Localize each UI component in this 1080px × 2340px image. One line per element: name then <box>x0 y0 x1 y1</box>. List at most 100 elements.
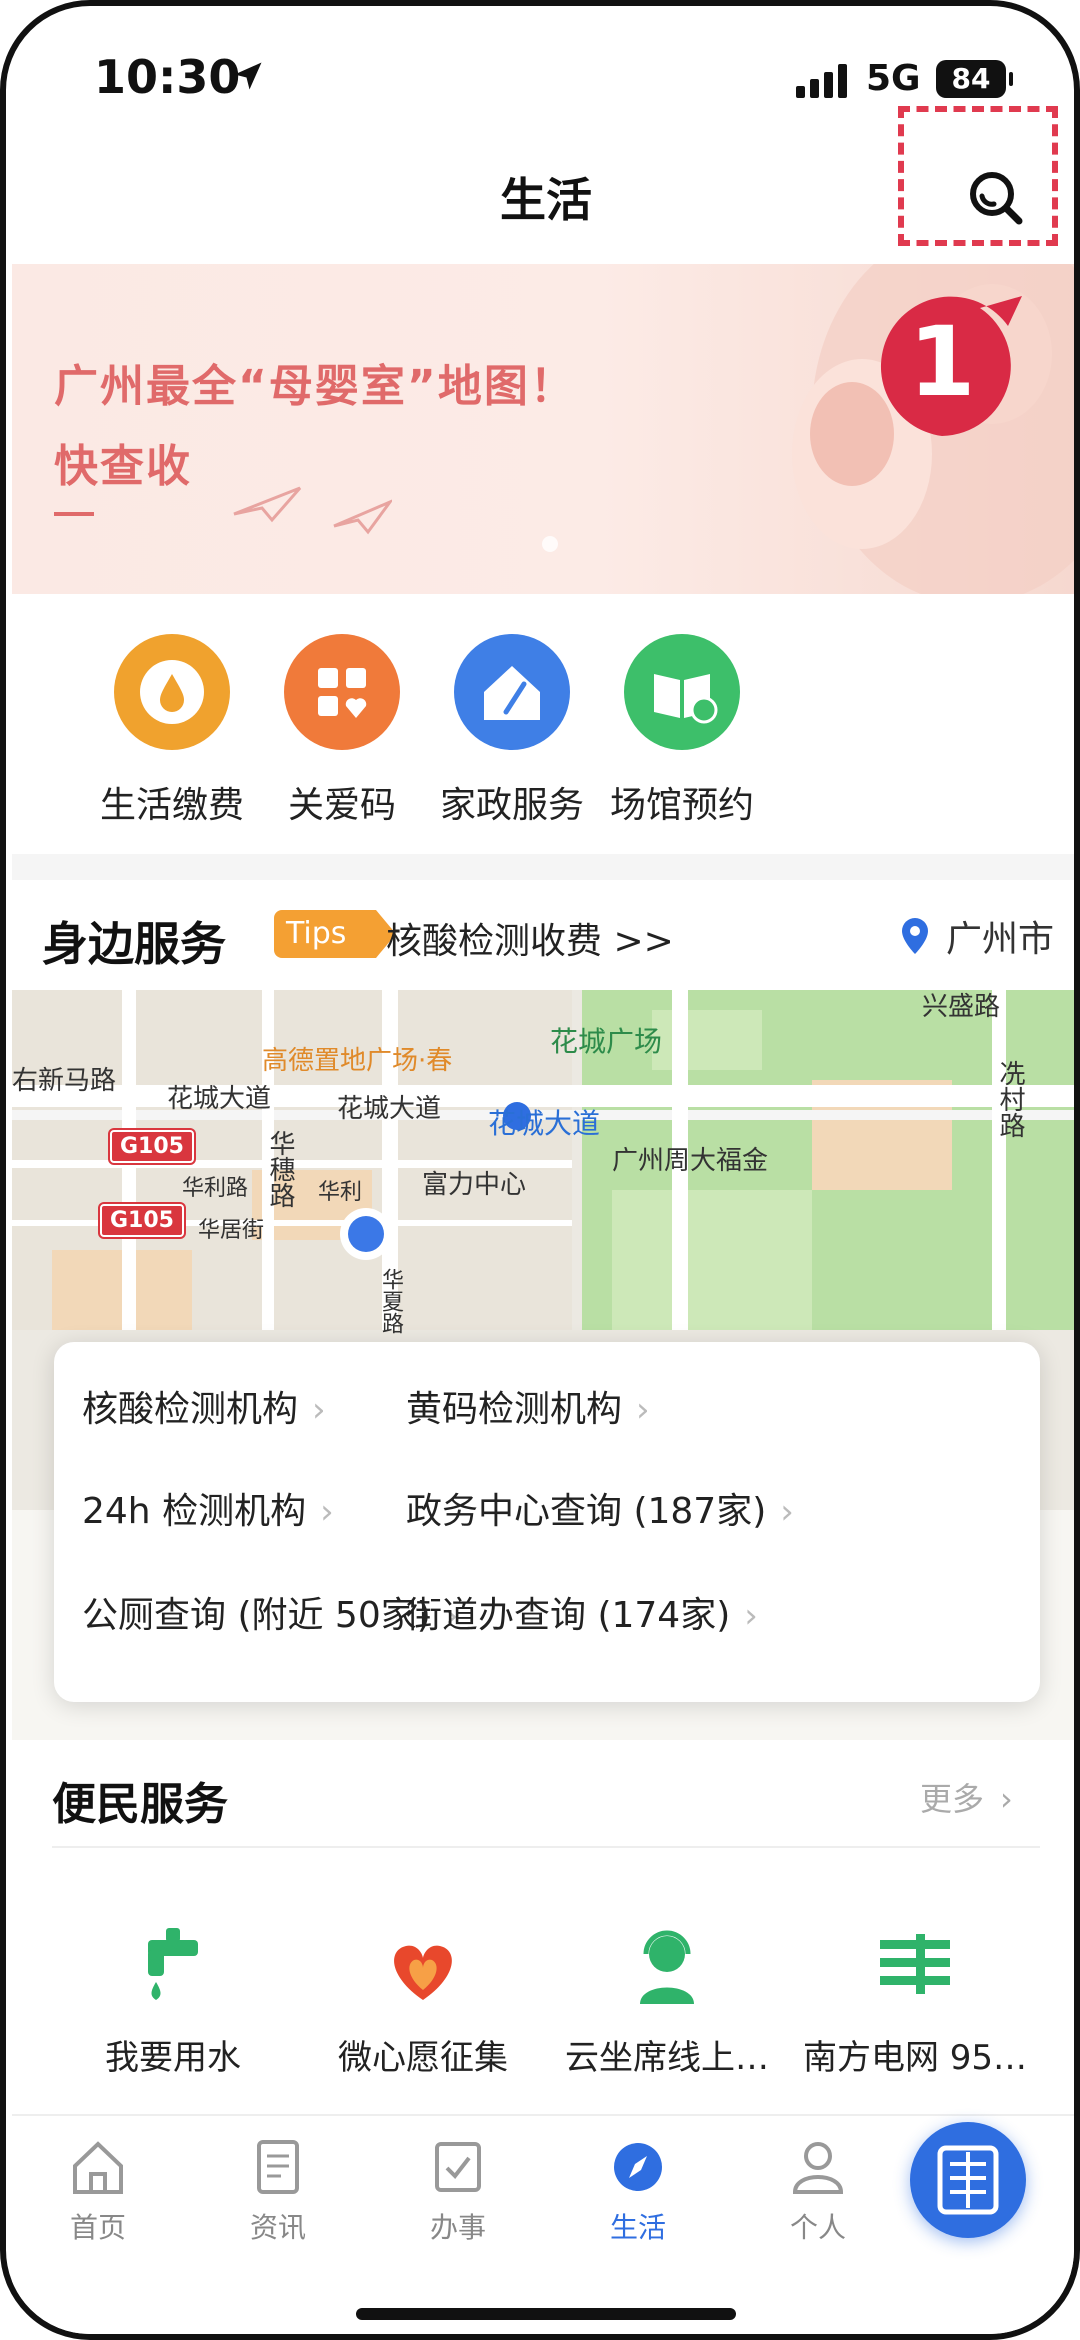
map-road-label: 华夏路 <box>378 1268 403 1334</box>
carousel-indicator[interactable] <box>542 536 558 552</box>
search-icon[interactable] <box>964 166 1026 228</box>
service-link-label: 街道办查询 (174家) <box>406 1595 731 1636</box>
tips-badge: Tips <box>274 910 376 958</box>
tab-label: 首页 <box>69 2211 126 2244</box>
conv-item-label: 微心愿征集 <box>338 2038 508 2078</box>
conv-item-label: 我要用水 <box>105 2038 241 2078</box>
chevron-right-icon: › <box>780 1492 794 1532</box>
nearby-service-card: 核酸检测机构 › 黄码检测机构 › 24h 检测机构 › 政务中心查询 (187家) ›… <box>54 1342 1040 1702</box>
section-gap <box>12 854 1074 880</box>
quick-item-label: 场馆预约 <box>609 785 754 826</box>
tab-tasks[interactable]: 办事 <box>398 2132 518 2246</box>
sui-assistant-button[interactable] <box>910 2122 1026 2238</box>
quick-item-venue-booking[interactable]: 场馆预约 <box>582 634 782 828</box>
tab-life[interactable]: 生活 <box>578 2132 698 2246</box>
tab-label: 生活 <box>609 2211 666 2244</box>
map-road-label: 花城大道 <box>337 1094 442 1124</box>
agent-icon <box>622 1920 712 2010</box>
person-icon <box>783 2132 853 2202</box>
more-label: 更多 <box>920 1780 985 1818</box>
qr-heart-icon <box>284 634 400 750</box>
tab-news[interactable]: 资讯 <box>218 2132 338 2246</box>
battery-tip <box>1009 72 1013 86</box>
tab-home[interactable]: 首页 <box>38 2132 158 2246</box>
map-road-label: 右新马路 <box>12 1066 117 1096</box>
paper-plane-icon <box>333 499 392 535</box>
service-link-label: 公厕查询 (附近 50家) <box>82 1595 431 1636</box>
map-poi-label: 花城大道 <box>488 1107 601 1140</box>
chevron-right-icon: › <box>312 1390 326 1430</box>
map-road-label: 华居街 <box>198 1218 265 1243</box>
phone-frame: 10:30 5G 84 生活 广州最全“母婴室”地图！ 快查收 1 生活缴费 关… <box>0 0 1080 2340</box>
sui-logo-icon <box>937 2145 999 2215</box>
map-poi-label: 广州周大福金 <box>612 1146 769 1176</box>
divider <box>52 1846 1040 1848</box>
nucleic-fee-link[interactable]: 核酸检测收费 >> <box>386 912 674 964</box>
service-link[interactable]: 街道办查询 (174家) › <box>406 1586 758 1638</box>
city-selector[interactable]: 广州市 <box>946 910 1054 962</box>
paper-plane-icon <box>233 486 302 523</box>
tap-icon <box>128 1920 218 2010</box>
banner-dash <box>54 512 94 516</box>
grid-icon <box>870 1920 960 2010</box>
service-link[interactable]: 公厕查询 (附近 50家) › <box>82 1586 458 1638</box>
service-link-label: 政务中心查询 (187家) <box>406 1491 767 1532</box>
quick-services: 生活缴费 关爱码 家政服务 场馆预约 <box>12 594 1074 854</box>
service-link-label: 黄码检测机构 <box>406 1389 623 1430</box>
home-icon <box>63 2132 133 2202</box>
tab-label: 个人 <box>789 2211 846 2244</box>
convenience-title: 便民服务 <box>52 1779 228 1830</box>
map-road-label: 华利 <box>318 1180 363 1205</box>
compass-icon <box>603 2132 673 2202</box>
chevron-right-icon: › <box>744 1596 758 1636</box>
network-type: 5G <box>866 58 921 99</box>
service-link[interactable]: 黄码检测机构 › <box>406 1380 650 1432</box>
task-icon <box>423 2132 493 2202</box>
heart-hands-icon <box>378 1920 468 2010</box>
service-link[interactable]: 24h 检测机构 › <box>82 1482 334 1534</box>
step-number: 1 <box>908 306 976 418</box>
home-indicator <box>356 2308 736 2320</box>
map-road-label: 兴盛路 <box>922 992 1001 1022</box>
conv-item-wish[interactable]: 微心愿征集 <box>298 1920 548 2079</box>
nearby-header: 身边服务 Tips 核酸检测收费 >> 广州市 <box>12 880 1074 990</box>
nearby-title: 身边服务 <box>42 917 226 971</box>
house-broom-icon <box>454 634 570 750</box>
signal-icon <box>796 64 847 98</box>
news-icon <box>243 2132 313 2202</box>
highway-shield: G105 <box>100 1204 184 1237</box>
book-clock-icon <box>624 634 740 750</box>
convenience-section: 便民服务 更多 › 我要用水 微心愿征集 云坐席线上… 南方电网 95… <box>12 1740 1074 2120</box>
status-time: 10:30 <box>94 50 241 104</box>
water-drop-icon <box>114 634 230 750</box>
more-link[interactable]: 更多 › <box>920 1774 1013 1820</box>
conv-item-power-grid[interactable]: 南方电网 95… <box>790 1920 1040 2079</box>
conv-item-label: 南方电网 95… <box>802 2038 1028 2078</box>
service-link[interactable]: 政务中心查询 (187家) › <box>406 1482 794 1534</box>
location-arrow-icon <box>234 62 262 90</box>
service-link[interactable]: 核酸检测机构 › <box>82 1380 326 1432</box>
map-road-label: 冼村路 <box>995 1060 1025 1138</box>
map-poi-label: 高德置地广场·春 <box>262 1046 453 1076</box>
map-poi-label: 花城广场 <box>550 1025 663 1058</box>
banner-headline: 广州最全“母婴室”地图！ <box>54 361 576 412</box>
battery-icon: 84 <box>936 60 1006 98</box>
tab-profile[interactable]: 个人 <box>758 2132 878 2246</box>
map-poi-label: 富力中心 <box>422 1170 527 1200</box>
map-road-label: 华穗路 <box>265 1130 295 1208</box>
map-road-label: 花城大道 <box>167 1084 272 1114</box>
highway-shield: G105 <box>110 1130 194 1163</box>
tab-label: 办事 <box>429 2211 486 2244</box>
service-link-label: 核酸检测机构 <box>82 1389 299 1430</box>
chevron-right-icon: › <box>1000 1780 1013 1818</box>
service-link-label: 24h 检测机构 <box>82 1491 307 1532</box>
banner-subline: 快查收 <box>54 441 192 492</box>
location-pin-icon[interactable] <box>900 916 930 956</box>
map-road-label: 华利路 <box>182 1176 249 1201</box>
chevron-right-icon: › <box>320 1492 334 1532</box>
conv-item-agent[interactable]: 云坐席线上… <box>542 1920 792 2079</box>
conv-item-water[interactable]: 我要用水 <box>48 1920 298 2079</box>
chevron-right-icon: › <box>636 1390 650 1430</box>
conv-item-label: 云坐席线上… <box>565 2038 769 2078</box>
tab-label: 资讯 <box>249 2211 306 2244</box>
